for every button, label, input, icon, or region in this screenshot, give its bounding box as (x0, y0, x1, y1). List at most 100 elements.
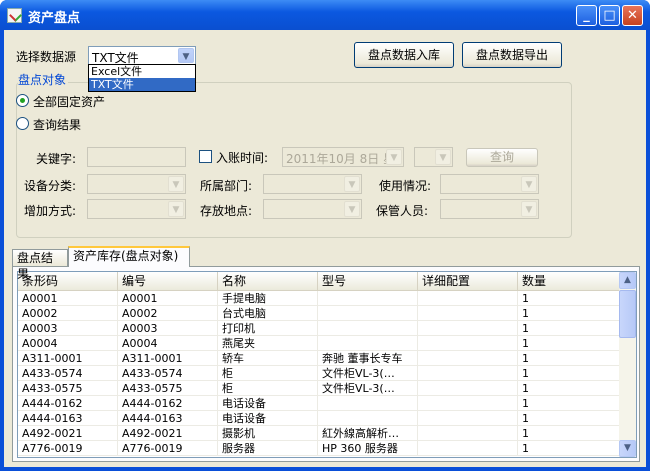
tab-inventory-result[interactable]: 盘点结果 (12, 249, 68, 281)
entry-date-picker[interactable]: 2011年10月 8日 星 ▼ (282, 147, 404, 167)
radio-all-assets-label: 全部固定资产 (33, 95, 106, 109)
table-cell: A0001 (18, 291, 118, 306)
table-row[interactable]: A0001 A0001 手提电脑 1 (18, 291, 620, 306)
chevron-down-icon[interactable]: ▼ (168, 201, 184, 217)
radio-all-assets[interactable] (16, 94, 29, 107)
chevron-down-icon[interactable]: ▼ (521, 176, 537, 192)
table-cell: A444-0163 (118, 411, 218, 426)
table-cell: 1 (518, 291, 620, 306)
chevron-down-icon[interactable]: ▼ (521, 201, 537, 217)
table-row[interactable]: A0004 A0004 燕尾夹 1 (18, 336, 620, 351)
table-cell: A0001 (118, 291, 218, 306)
close-button[interactable]: ✕ (622, 5, 643, 26)
table-cell: 1 (518, 441, 620, 456)
category-select[interactable]: ▼ (87, 174, 186, 194)
table-cell: A433-0574 (118, 366, 218, 381)
table-row[interactable]: A492-0021 A492-0021 摄影机 紅外線高解析… 1 (18, 426, 620, 441)
table-cell (418, 366, 518, 381)
table-cell (418, 321, 518, 336)
import-button[interactable]: 盘点数据入库 (354, 42, 454, 68)
department-label: 所属部门: (200, 179, 253, 193)
table-cell: 1 (518, 381, 620, 396)
table-cell (318, 396, 418, 411)
table-cell: 1 (518, 426, 620, 441)
export-button[interactable]: 盘点数据导出 (462, 42, 562, 68)
radio-query-result[interactable] (16, 117, 29, 130)
table-cell: A0003 (18, 321, 118, 336)
column-header[interactable]: 编号 (118, 272, 218, 290)
scroll-down-button[interactable]: ▼ (619, 440, 636, 457)
table-cell (318, 411, 418, 426)
table-cell (418, 306, 518, 321)
source-label: 选择数据源 (16, 50, 77, 64)
table-cell: A433-0574 (18, 366, 118, 381)
minimize-button[interactable]: _ (576, 5, 597, 26)
tab-panel: 条形码 编号 名称 型号 详细配置 数量 A0001 A0001 手提电脑 1 A0002 A000… (12, 266, 640, 462)
column-header[interactable]: 条形码 (18, 272, 118, 290)
column-header[interactable]: 详细配置 (418, 272, 518, 290)
table-cell: 1 (518, 366, 620, 381)
table-cell: A311-0001 (18, 351, 118, 366)
client-area: 选择数据源 TXT文件 ▼ 盘点数据入库 盘点数据导出 盘点对象 全部固定资产 … (4, 30, 646, 467)
table-header: 条形码 编号 名称 型号 详细配置 数量 (18, 272, 620, 291)
location-select[interactable]: ▼ (263, 199, 362, 219)
table-cell: 柜 (218, 366, 318, 381)
entry-time-checkbox[interactable] (199, 150, 212, 163)
chevron-down-icon[interactable]: ▼ (386, 149, 402, 165)
department-select[interactable]: ▼ (263, 174, 362, 194)
table-cell (418, 411, 518, 426)
table-row[interactable]: A444-0162 A444-0162 电话设备 1 (18, 396, 620, 411)
source-option-excel[interactable]: Excel文件 (89, 65, 195, 78)
chevron-down-icon[interactable]: ▼ (344, 176, 360, 192)
entry-time-select[interactable]: ▼ (414, 147, 453, 167)
table-row[interactable]: A444-0163 A444-0163 电话设备 1 (18, 411, 620, 426)
table-cell (418, 336, 518, 351)
table-row[interactable]: A0003 A0003 打印机 1 (18, 321, 620, 336)
column-header[interactable]: 数量 (518, 272, 620, 290)
table-cell (418, 381, 518, 396)
table-cell: A0004 (118, 336, 218, 351)
table-cell: A433-0575 (18, 381, 118, 396)
group-title: 盘点对象 (18, 71, 69, 88)
table-cell: A444-0162 (18, 396, 118, 411)
window-title: 资产盘点 (28, 11, 81, 26)
table-row[interactable]: A433-0575 A433-0575 柜文件柜VL-3(… 1 (18, 381, 620, 396)
scroll-up-button[interactable]: ▲ (619, 272, 636, 289)
table-cell: 1 (518, 306, 620, 321)
scroll-thumb[interactable] (619, 290, 636, 338)
tab-asset-inventory[interactable]: 资产库存(盘点对象) (68, 246, 190, 267)
location-label: 存放地点: (200, 204, 253, 218)
chevron-down-icon[interactable]: ▼ (178, 48, 194, 63)
table-cell: 打印机 (218, 321, 318, 336)
query-button[interactable]: 查询 (466, 148, 538, 167)
asset-table[interactable]: 条形码 编号 名称 型号 详细配置 数量 A0001 A0001 手提电脑 1 A0002 A000… (17, 271, 637, 458)
table-row[interactable]: A0002 A0002 台式电脑 1 (18, 306, 620, 321)
column-header[interactable]: 名称 (218, 272, 318, 290)
table-row[interactable]: A311-0001 A311-0001 轿车 奔驰 董事长专车 1 (18, 351, 620, 366)
add-method-select[interactable]: ▼ (87, 199, 186, 219)
maximize-button[interactable]: □ (599, 5, 620, 26)
table-row[interactable]: A776-0019 A776-0019 服务器 HP 360 服务器 1 (18, 441, 620, 456)
source-select[interactable]: TXT文件 ▼ (88, 46, 196, 65)
usage-select[interactable]: ▼ (440, 174, 539, 194)
table-cell: 1 (518, 351, 620, 366)
table-cell: 燕尾夹 (218, 336, 318, 351)
table-cell: A0002 (118, 306, 218, 321)
chevron-down-icon[interactable]: ▼ (435, 149, 451, 165)
table-row[interactable]: A433-0574 A433-0574 柜文件柜VL-3(… 1 (18, 366, 620, 381)
table-cell: A776-0019 (18, 441, 118, 456)
chevron-down-icon[interactable]: ▼ (168, 176, 184, 192)
source-option-txt[interactable]: TXT文件 (89, 78, 195, 91)
column-header[interactable]: 型号 (318, 272, 418, 290)
table-cell: HP 360 服务器 (318, 441, 418, 456)
chevron-down-icon[interactable]: ▼ (344, 201, 360, 217)
title-bar[interactable]: 资产盘点 _ □ ✕ (0, 0, 650, 30)
vertical-scrollbar[interactable]: ▲ ▼ (619, 272, 636, 457)
table-cell (318, 291, 418, 306)
keyword-label: 关键字: (36, 152, 77, 166)
keyword-input[interactable] (87, 147, 186, 167)
table-cell (418, 426, 518, 441)
table-cell: 台式电脑 (218, 306, 318, 321)
custodian-select[interactable]: ▼ (440, 199, 539, 219)
entry-time-label: 入账时间: (216, 151, 269, 165)
